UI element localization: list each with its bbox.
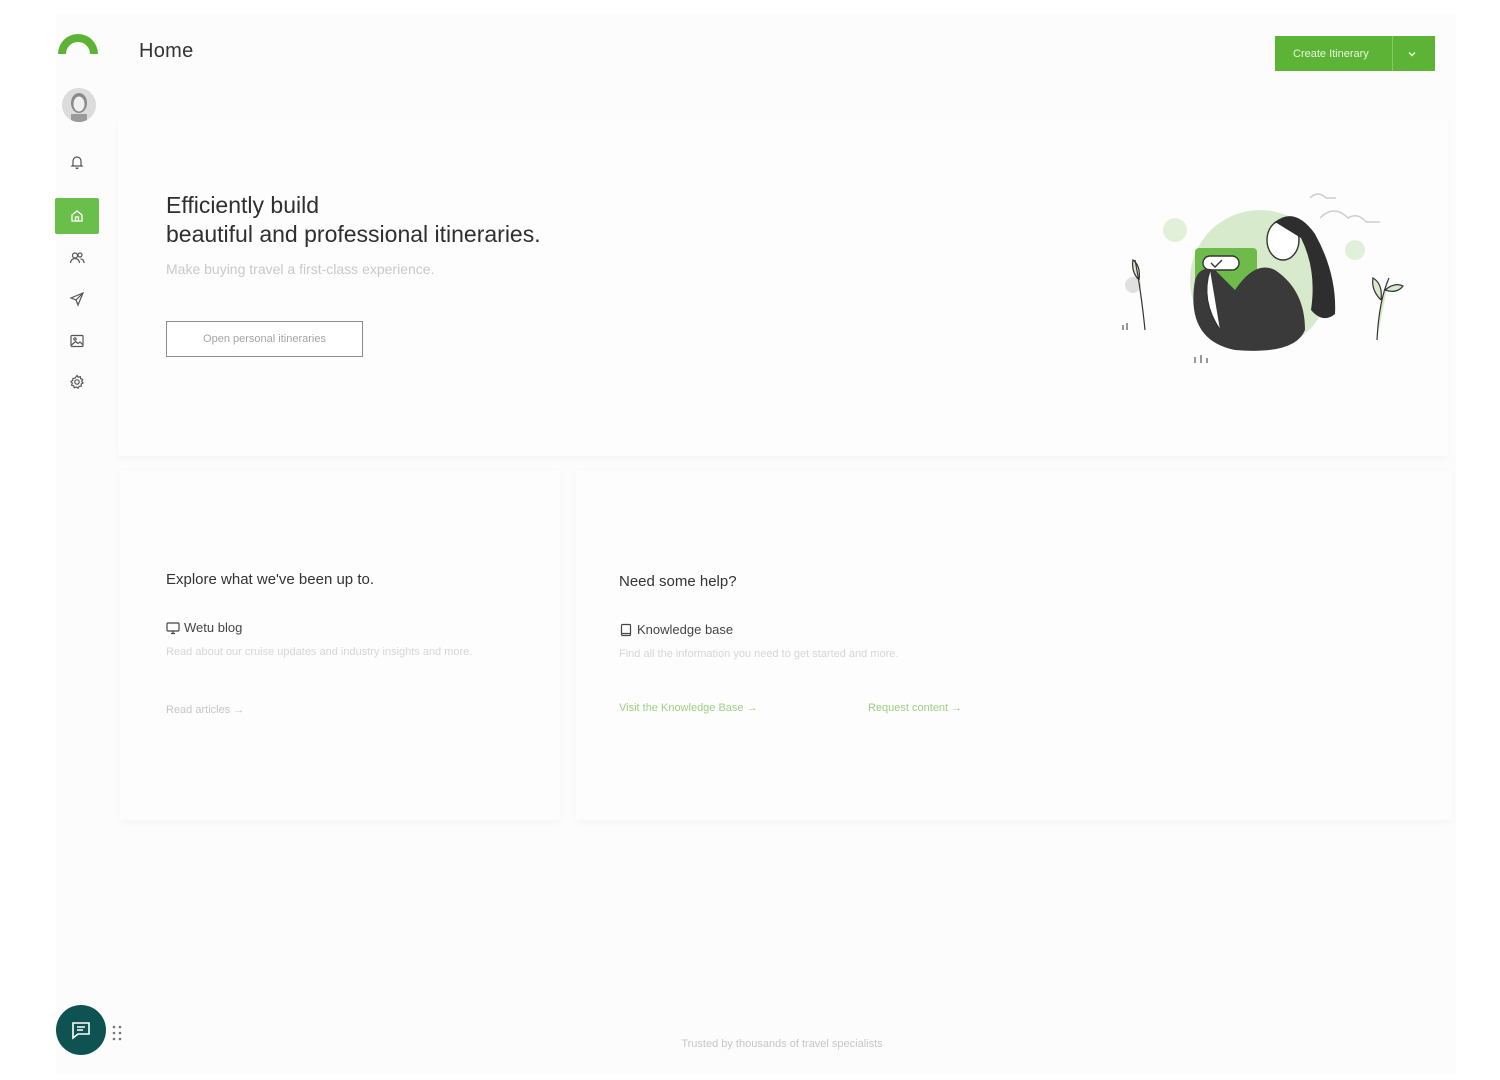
sidebar-item-contacts[interactable] (55, 240, 99, 276)
user-avatar-icon (62, 88, 96, 122)
hero-title-line1: Efficiently build (166, 192, 319, 218)
create-itinerary-label: Create Itinerary (1293, 47, 1369, 60)
read-articles-link[interactable]: Read articles → (166, 704, 244, 716)
button-separator (1392, 36, 1393, 71)
sidebar (50, 24, 106, 1074)
help-description: Find all the information you need to get… (619, 648, 899, 660)
sidebar-item-home[interactable] (55, 198, 99, 234)
page-title: Home (139, 40, 194, 62)
book-icon (620, 623, 632, 636)
knowledge-base-label: Knowledge base (637, 622, 734, 637)
blog-card-heading: Explore what we've been up to. (166, 571, 374, 588)
users-icon (69, 252, 85, 264)
wetu-blog-label: Wetu blog (184, 620, 243, 635)
image-icon (70, 334, 84, 348)
sidebar-item-media[interactable] (55, 323, 99, 359)
visit-knowledge-base-link[interactable]: Visit the Knowledge Base → (619, 702, 758, 714)
hero-title: Efficiently build beautiful and professi… (166, 191, 686, 249)
help-card (576, 470, 1452, 820)
help-card-heading: Need some help? (619, 573, 737, 590)
drag-handle-icon[interactable] (111, 1024, 123, 1042)
request-content-link[interactable]: Request content → (868, 702, 962, 714)
bell-icon (70, 156, 84, 170)
hero-title-line2: beautiful and professional itineraries. (166, 221, 541, 247)
sidebar-item-itineraries[interactable] (55, 281, 99, 317)
footer-trust-text: Trusted by thousands of travel specialis… (681, 1038, 883, 1050)
sidebar-item-settings[interactable] (55, 364, 99, 400)
chat-icon (72, 1022, 90, 1040)
wetu-blog-link[interactable]: Wetu blog (166, 620, 242, 635)
knowledge-base-link[interactable]: Knowledge base (619, 622, 733, 637)
chevron-down-icon[interactable] (1407, 49, 1417, 59)
avatar[interactable] (62, 88, 96, 122)
sidebar-item-notifications[interactable] (55, 144, 99, 180)
blog-description: Read about our cruise updates and indust… (166, 646, 473, 658)
hero-subtitle: Make buying travel a first-class experie… (166, 261, 435, 277)
send-icon (69, 291, 85, 307)
hero-illustration (1122, 193, 1404, 363)
monitor-icon (166, 621, 180, 634)
gear-icon (70, 374, 84, 390)
create-itinerary-button[interactable]: Create Itinerary (1275, 36, 1435, 71)
open-personal-itineraries-button[interactable]: Open personal itineraries (166, 321, 363, 357)
chat-button[interactable] (56, 1005, 106, 1055)
logo-icon[interactable] (56, 32, 100, 58)
home-icon (71, 210, 83, 222)
